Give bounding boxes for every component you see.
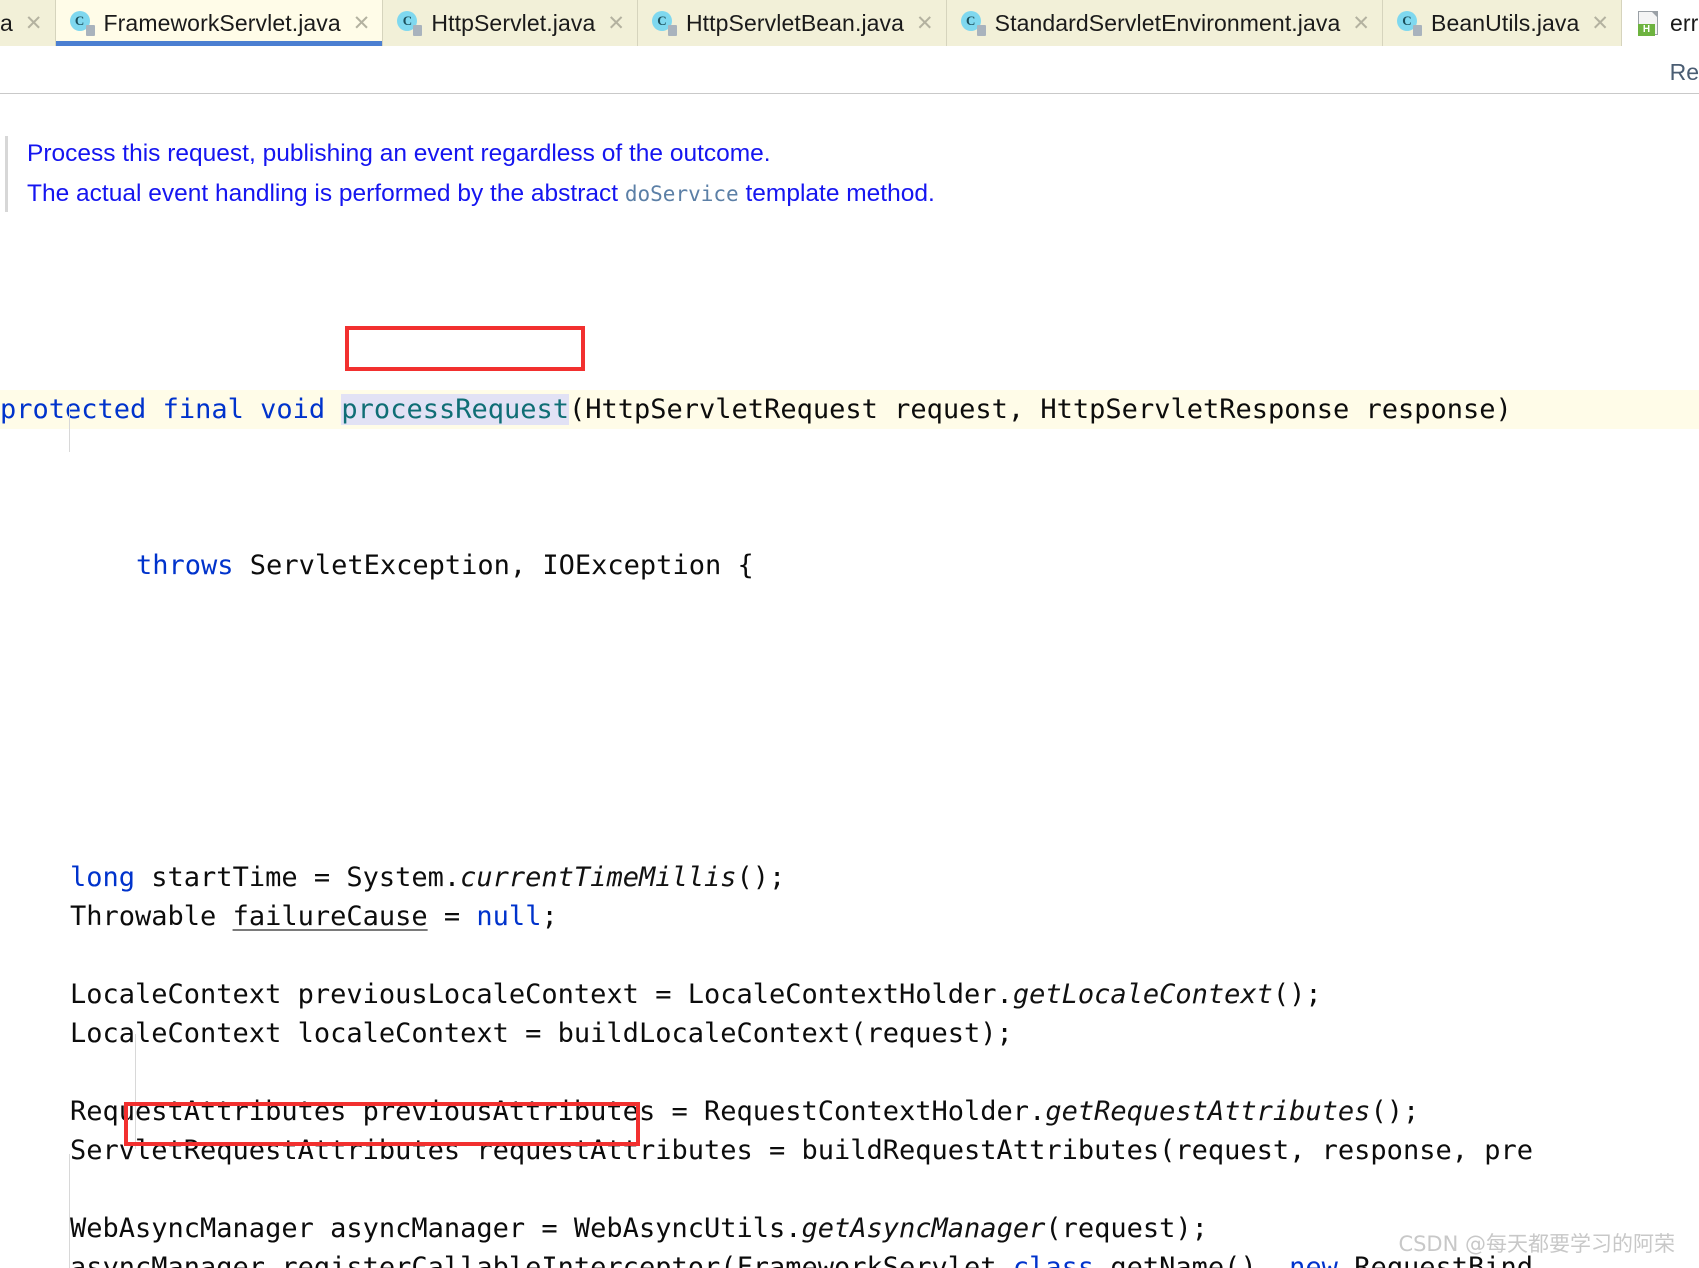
selected-method-name[interactable]: processRequest (341, 394, 569, 425)
code-token: WebAsyncManager asyncManager = WebAsyncU… (70, 1213, 802, 1244)
code-token: LocaleContext localeContext = buildLocal… (70, 1018, 1013, 1049)
editor-tab-label: error.html (1670, 9, 1699, 36)
editor-tab-standardservletenvironment[interactable]: C StandardServletEnvironment.java ✕ (946, 0, 1383, 46)
javadoc-line-1: Process this request, publishing an even… (27, 140, 771, 167)
editor-toolbar: Re (0, 46, 1699, 94)
code-keyword: long (70, 862, 136, 893)
close-icon[interactable]: ✕ (25, 13, 43, 34)
code-variable-underlined: failureCause (232, 901, 428, 932)
javadoc-block: Process this request, publishing an even… (0, 134, 1699, 214)
csdn-watermark: CSDN @每天都要学习的阿荣 (1398, 1232, 1675, 1256)
editor-tab-httpservletbean[interactable]: C HttpServletBean.java ✕ (637, 0, 947, 46)
method-parameters: (HttpServletRequest request, HttpServlet… (569, 394, 1512, 425)
close-icon[interactable]: ✕ (607, 13, 625, 34)
code-token: ; (541, 901, 558, 932)
keyword-protected: protected (0, 394, 147, 425)
javadoc-inline-code: doService (624, 182, 739, 206)
code-line: long startTime = System.currentTimeMilli… (0, 858, 1699, 897)
keyword-final: final (162, 394, 244, 425)
code-token: (request); (1045, 1213, 1208, 1244)
code-token: (); (736, 862, 786, 893)
javadoc-line-2: The actual event handling is performed b… (27, 174, 1699, 214)
indent-guide (69, 406, 70, 452)
code-static-method: getAsyncManager (801, 1213, 1046, 1244)
keyword-throws: throws (136, 550, 234, 581)
java-class-icon: C (960, 10, 986, 36)
indent-guide (135, 1054, 136, 1149)
indent-guide (69, 1154, 70, 1268)
code-text[interactable]: protected final void processRequest(Http… (0, 234, 1699, 1268)
code-keyword: class (1012, 1252, 1095, 1268)
javadoc-line-2-before: The actual event handling is performed b… (27, 180, 625, 207)
editor-tab-label: HttpServlet.java (431, 9, 596, 36)
toolbar-right-label[interactable]: Re (1670, 59, 1699, 86)
editor-window: a ✕ C FrameworkServlet.java ✕ C HttpServ… (0, 0, 1699, 1268)
editor-tab-bar[interactable]: a ✕ C FrameworkServlet.java ✕ C HttpServ… (0, 0, 1699, 46)
editor-tab-partial-left[interactable]: a ✕ (0, 0, 56, 46)
code-line-signature: protected final void processRequest(Http… (0, 390, 1699, 429)
editor-tab-error-html[interactable]: H error.html (1622, 0, 1699, 46)
code-static-method: getLocaleContext (1012, 979, 1273, 1010)
editor-tab-label: BeanUtils.java (1431, 9, 1580, 36)
code-static-method: currentTimeMillis (460, 862, 737, 893)
code-line-throws: throws ServletException, IOException { (0, 546, 1699, 585)
code-token: RequestAttributes previousAttributes = R… (70, 1096, 1046, 1127)
editor-tab-label: FrameworkServlet.java (103, 9, 341, 36)
code-line: LocaleContext localeContext = buildLocal… (0, 1014, 1699, 1053)
javadoc-line-2-after: template method. (738, 180, 935, 207)
code-keyword: new (1289, 1252, 1338, 1268)
java-class-icon: C (1397, 10, 1422, 36)
code-token: .getName(), (1094, 1252, 1290, 1268)
code-static-method: getRequestAttributes (1045, 1096, 1371, 1127)
code-token: startTime = System. (135, 862, 461, 893)
html-file-icon: H (1636, 10, 1661, 36)
code-body: long startTime = System.currentTimeMilli… (0, 858, 1699, 1268)
java-class-icon: C (397, 10, 423, 36)
code-token: asyncManager.registerCallableInterceptor… (70, 1252, 1013, 1268)
code-token: = (427, 901, 477, 932)
code-token: Throwable (70, 901, 233, 932)
editor-tab-label: HttpServletBean.java (685, 9, 905, 36)
code-line: LocaleContext previousLocaleContext = Lo… (0, 975, 1699, 1014)
code-line: ServletRequestAttributes requestAttribut… (0, 1131, 1699, 1170)
editor-tab-frameworkservlet[interactable]: C FrameworkServlet.java ✕ (55, 0, 384, 46)
java-class-icon: C (69, 10, 95, 36)
keyword-void: void (260, 394, 326, 425)
code-token: (); (1370, 1096, 1420, 1127)
code-token: LocaleContext previousLocaleContext = Lo… (70, 979, 1013, 1010)
code-token: ServletRequestAttributes requestAttribut… (70, 1135, 1533, 1166)
close-icon[interactable]: ✕ (916, 13, 934, 34)
close-icon[interactable]: ✕ (353, 13, 371, 34)
code-token: (); (1272, 979, 1322, 1010)
editor-tab-beanutils[interactable]: C BeanUtils.java ✕ (1383, 0, 1623, 46)
code-line: RequestAttributes previousAttributes = R… (0, 1092, 1699, 1131)
code-line: Throwable failureCause = null; (0, 897, 1699, 936)
close-icon[interactable]: ✕ (1352, 13, 1370, 34)
java-class-icon: C (651, 10, 677, 36)
editor-tab-label: StandardServletEnvironment.java (994, 9, 1341, 36)
editor-tab-httpservlet[interactable]: C HttpServlet.java ✕ (383, 0, 638, 46)
code-keyword: null (476, 901, 542, 932)
editor-tab-label: a (0, 9, 13, 36)
code-editor-area[interactable]: Process this request, publishing an even… (0, 94, 1699, 1268)
close-icon[interactable]: ✕ (1591, 13, 1609, 34)
throws-list: ServletException, IOException { (233, 550, 754, 581)
